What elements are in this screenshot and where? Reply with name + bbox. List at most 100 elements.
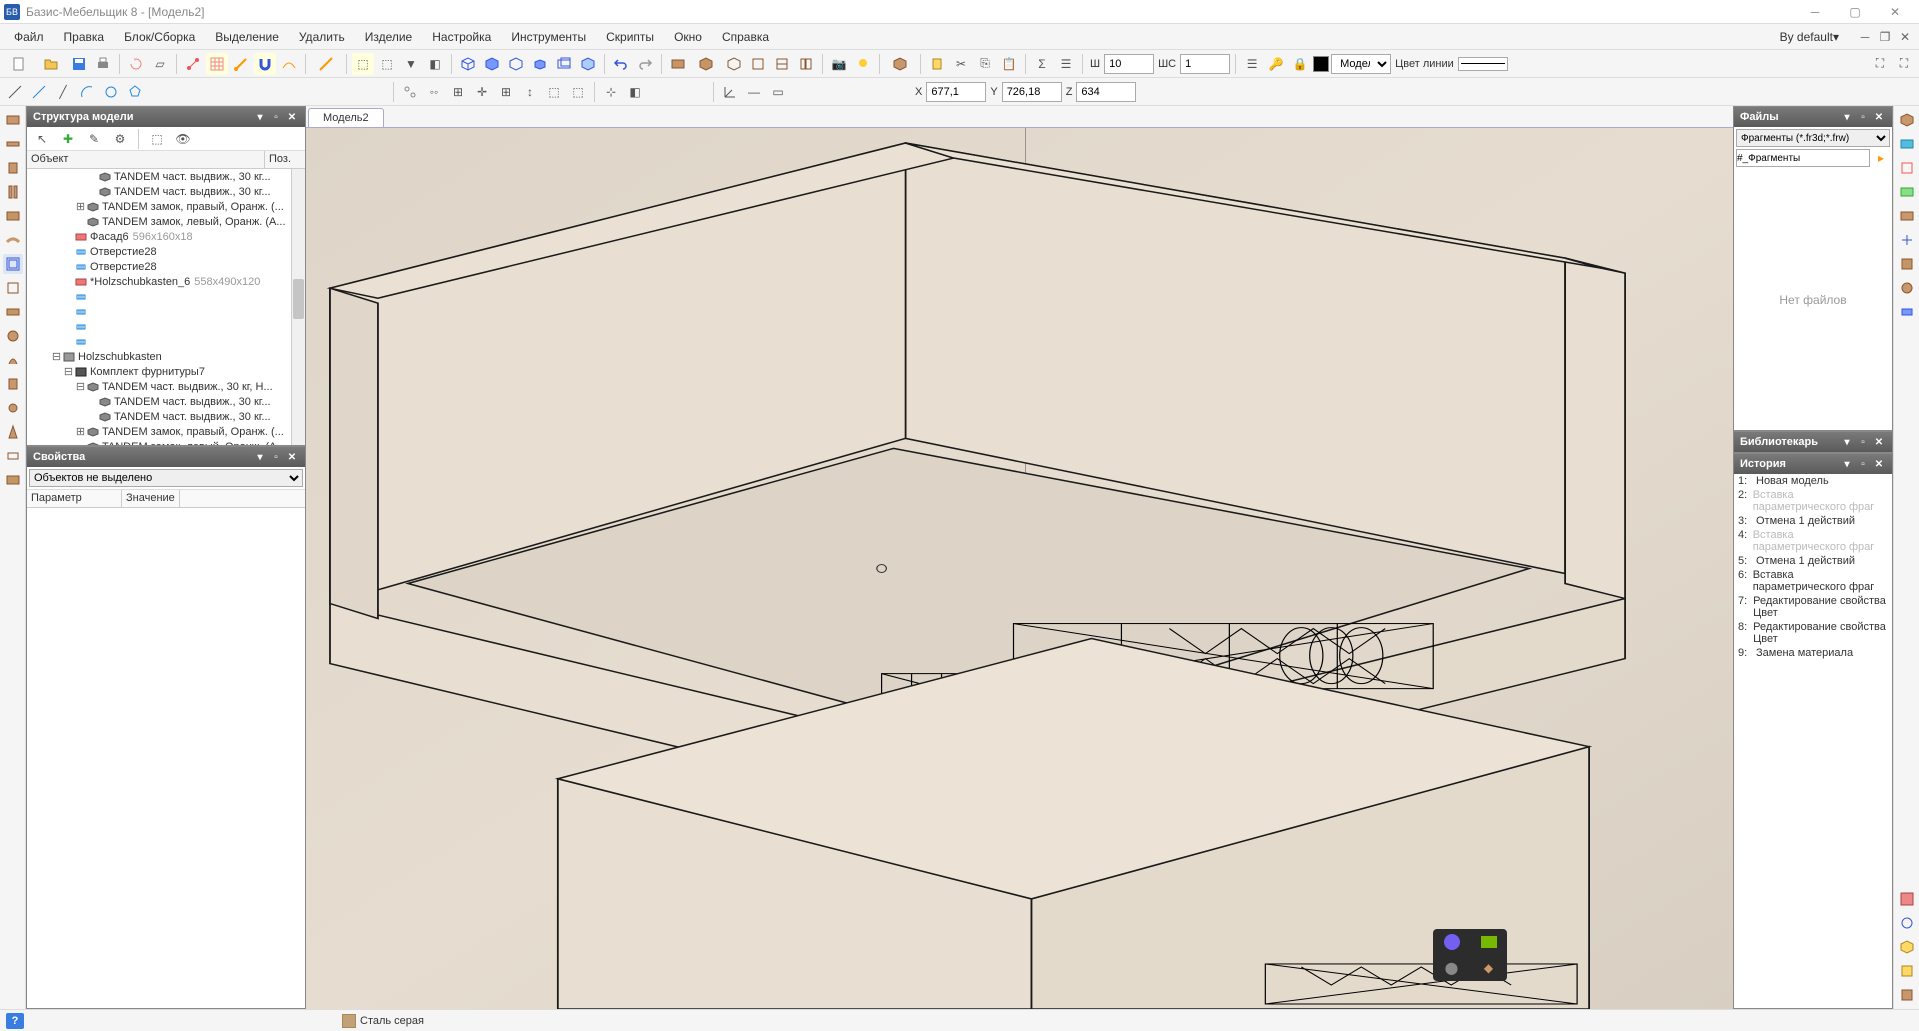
- tree-row[interactable]: [27, 319, 291, 334]
- lib-close-icon[interactable]: ✕: [1872, 435, 1886, 449]
- rs-btn-14[interactable]: [1897, 985, 1917, 1005]
- history-row[interactable]: 6:Вставка параметрического фраг: [1734, 568, 1892, 594]
- point-tool[interactable]: [182, 53, 204, 75]
- view-extents-button[interactable]: ⛶: [1893, 53, 1915, 75]
- grid-tool[interactable]: [206, 53, 228, 75]
- child-close-button[interactable]: ✕: [1897, 29, 1913, 45]
- snap-tool[interactable]: [230, 53, 252, 75]
- history-row[interactable]: 5:Отмена 1 действий: [1734, 554, 1892, 568]
- files-close-icon[interactable]: ✕: [1872, 110, 1886, 124]
- history-row[interactable]: 1:Новая модель: [1734, 474, 1892, 488]
- select-mode-1[interactable]: ⬚: [352, 53, 374, 75]
- layout-dropdown[interactable]: By default ▾: [1772, 28, 1847, 46]
- viewport-3d[interactable]: [306, 128, 1733, 1009]
- hline-tool[interactable]: —: [743, 81, 765, 103]
- paste-button[interactable]: 📋: [998, 53, 1020, 75]
- align-1[interactable]: [399, 81, 421, 103]
- help-button[interactable]: ?: [6, 1013, 24, 1029]
- tree-row[interactable]: Фасад6596x160x18: [27, 229, 291, 244]
- files-path-input[interactable]: [1736, 149, 1870, 167]
- copy-button[interactable]: ⎘: [974, 53, 996, 75]
- rs-btn-11[interactable]: [1897, 913, 1917, 933]
- rs-btn-2[interactable]: [1897, 134, 1917, 154]
- box-tool-2[interactable]: [481, 53, 503, 75]
- new-button[interactable]: [4, 53, 34, 75]
- material-1[interactable]: [667, 53, 689, 75]
- box-tool-5[interactable]: [553, 53, 575, 75]
- ls-btn-3[interactable]: [3, 158, 23, 178]
- align-6[interactable]: ↕: [519, 81, 541, 103]
- minimize-button[interactable]: ─: [1795, 0, 1835, 24]
- struct-tb-6[interactable]: 👁: [172, 128, 194, 150]
- props-selection-dropdown[interactable]: Объектов не выделено: [29, 469, 303, 487]
- menu-tools[interactable]: Инструменты: [501, 26, 596, 48]
- structure-scrollbar[interactable]: [291, 169, 305, 445]
- child-minimize-button[interactable]: ─: [1857, 29, 1873, 45]
- struct-tb-3[interactable]: ✎: [83, 128, 105, 150]
- tree-row[interactable]: TANDEM част. выдвиж., 30 кг...: [27, 184, 291, 199]
- undo-button[interactable]: [610, 53, 632, 75]
- save-button[interactable]: [68, 53, 90, 75]
- history-row[interactable]: 3:Отмена 1 действий: [1734, 514, 1892, 528]
- tree-row[interactable]: Отверстие28: [27, 244, 291, 259]
- lock-icon[interactable]: 🔒: [1289, 53, 1311, 75]
- x-input[interactable]: [926, 82, 986, 102]
- ls-btn-1[interactable]: [3, 110, 23, 130]
- rs-btn-8[interactable]: [1897, 278, 1917, 298]
- measure-tool[interactable]: [311, 53, 341, 75]
- rs-btn-1[interactable]: [1897, 110, 1917, 130]
- ws-input[interactable]: [1180, 54, 1230, 74]
- align-4[interactable]: ✛: [471, 81, 493, 103]
- ls-btn-14[interactable]: [3, 422, 23, 442]
- align-2[interactable]: ◦◦: [423, 81, 445, 103]
- box-tool-3[interactable]: [505, 53, 527, 75]
- align-9[interactable]: ⊹: [600, 81, 622, 103]
- history-list[interactable]: 1:Новая модель2:Вставка параметрического…: [1734, 474, 1892, 1008]
- rs-btn-4[interactable]: [1897, 182, 1917, 202]
- box-tool-6[interactable]: [577, 53, 599, 75]
- panel-pin-icon[interactable]: ▫: [269, 110, 283, 124]
- ls-btn-5[interactable]: [3, 206, 23, 226]
- ls-btn-7[interactable]: [3, 254, 23, 274]
- close-button[interactable]: ✕: [1875, 0, 1915, 24]
- list-button[interactable]: ☰: [1055, 53, 1077, 75]
- struct-tb-2[interactable]: ✚: [57, 128, 79, 150]
- ls-btn-16[interactable]: [3, 470, 23, 490]
- material-6[interactable]: [795, 53, 817, 75]
- open-button[interactable]: [36, 53, 66, 75]
- draw-circle[interactable]: [100, 81, 122, 103]
- width-input[interactable]: [1104, 54, 1154, 74]
- ls-btn-10[interactable]: [3, 326, 23, 346]
- menu-delete[interactable]: Удалить: [289, 26, 355, 48]
- line-style-selector[interactable]: [1458, 57, 1508, 71]
- tree-row[interactable]: *Holzschubkasten_6558x490x120: [27, 274, 291, 289]
- layer-button[interactable]: ☰: [1241, 53, 1263, 75]
- menu-block[interactable]: Блок/Сборка: [114, 26, 205, 48]
- select-mode-2[interactable]: ⬚: [376, 53, 398, 75]
- tree-row[interactable]: ⊟TANDEM част. выдвиж., 30 кг, H...: [27, 379, 291, 394]
- rs-btn-9[interactable]: [1897, 302, 1917, 322]
- material-4[interactable]: [747, 53, 769, 75]
- ls-btn-6[interactable]: [3, 230, 23, 250]
- menu-settings[interactable]: Настройка: [422, 26, 501, 48]
- ls-btn-11[interactable]: [3, 350, 23, 370]
- align-7[interactable]: ⬚: [543, 81, 565, 103]
- light-tool[interactable]: [852, 53, 874, 75]
- tree-row[interactable]: ⊞TANDEM замок, правый, Оранж. (...: [27, 424, 291, 439]
- draw-arc[interactable]: [76, 81, 98, 103]
- color-swatch[interactable]: [1313, 56, 1329, 72]
- ls-btn-15[interactable]: [3, 446, 23, 466]
- rs-btn-6[interactable]: [1897, 230, 1917, 250]
- struct-tb-5[interactable]: ⬚: [146, 128, 168, 150]
- z-input[interactable]: [1076, 82, 1136, 102]
- lib-dropdown-icon[interactable]: ▾: [1840, 435, 1854, 449]
- align-10[interactable]: ◧: [624, 81, 646, 103]
- ls-btn-13[interactable]: [3, 398, 23, 418]
- rect-tool[interactable]: ▭: [767, 81, 789, 103]
- tree-row[interactable]: [27, 304, 291, 319]
- curve-tool[interactable]: [278, 53, 300, 75]
- ls-btn-12[interactable]: [3, 374, 23, 394]
- draw-curve[interactable]: [28, 81, 50, 103]
- rs-btn-5[interactable]: [1897, 206, 1917, 226]
- view-fit-button[interactable]: ⛶: [1869, 53, 1891, 75]
